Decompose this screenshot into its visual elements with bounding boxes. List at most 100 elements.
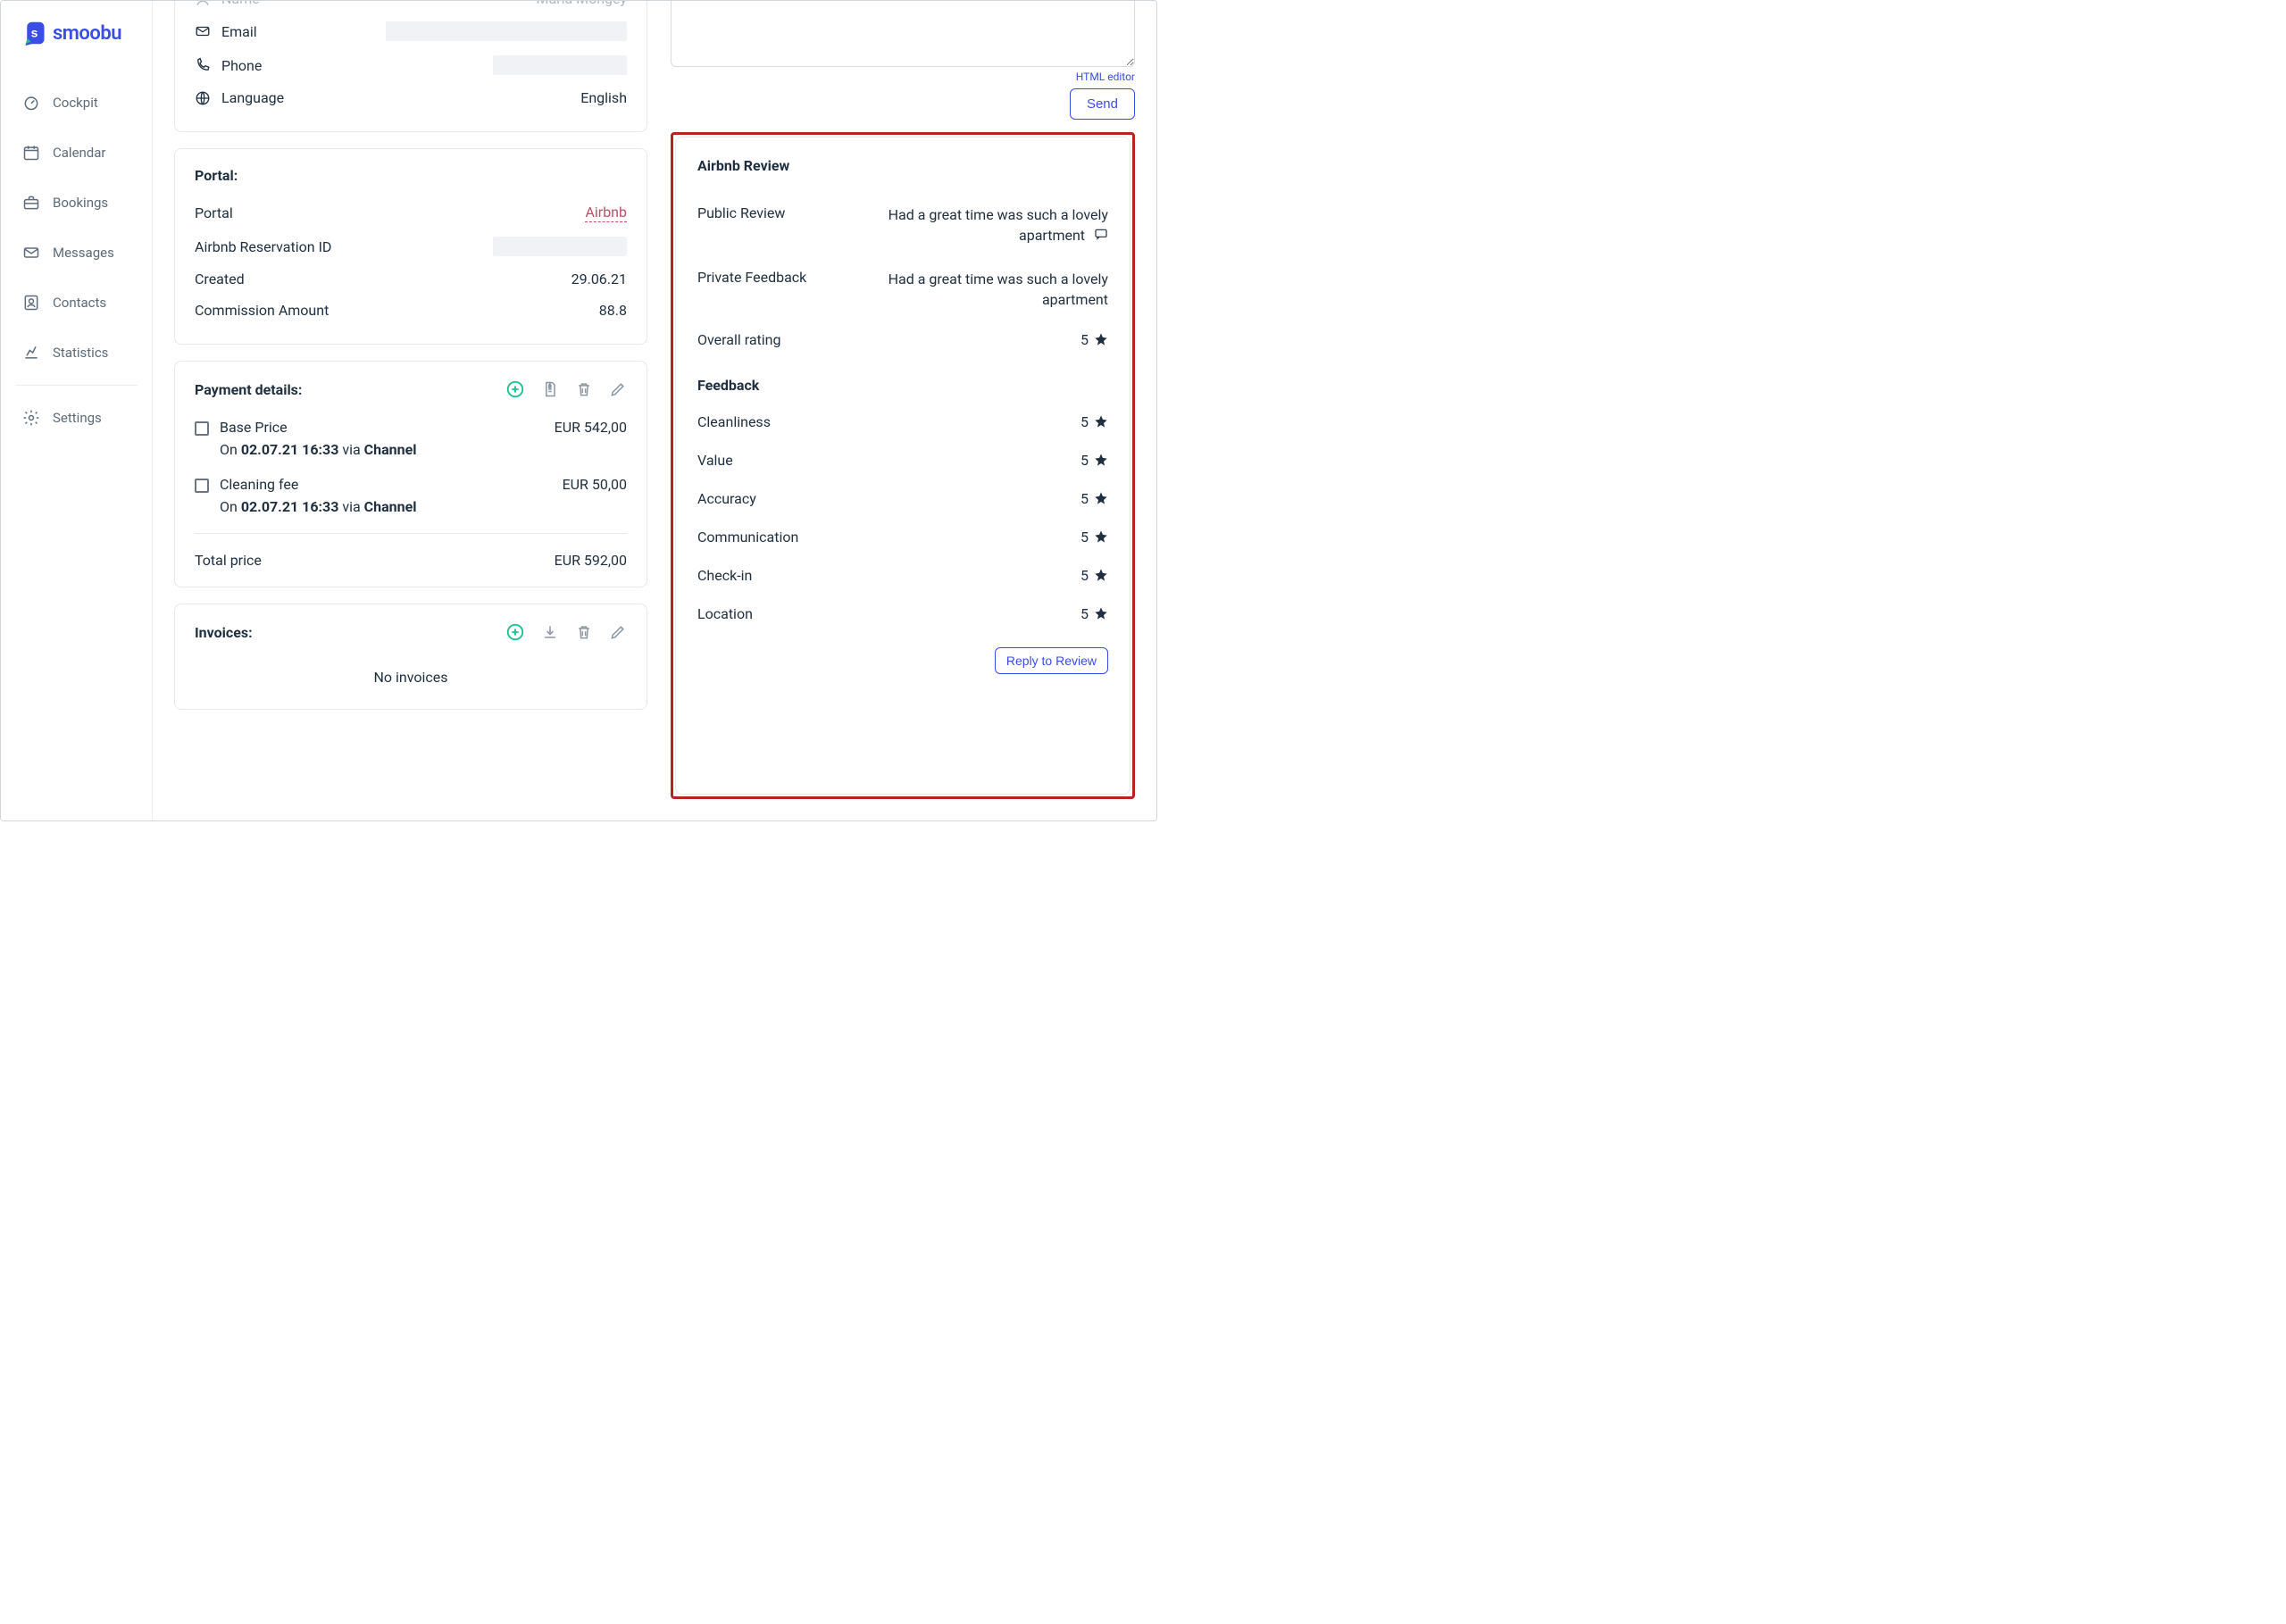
nav-bookings[interactable]: Bookings (1, 178, 152, 228)
guest-email-label: Email (221, 23, 257, 40)
chart-icon (22, 344, 40, 362)
invoices-title: Invoices: (195, 624, 253, 641)
star-icon (1094, 414, 1108, 429)
feedback-subhead: Feedback (697, 377, 1108, 394)
portal-row: Portal Airbnb (195, 196, 627, 229)
portal-title: Portal: (195, 167, 627, 184)
star-icon (1094, 453, 1108, 467)
svg-text:s: s (31, 25, 38, 39)
message-textarea[interactable] (671, 1, 1135, 67)
payment-meta: On 02.07.21 16:33 via Channel (220, 441, 416, 458)
reply-to-review-button[interactable]: Reply to Review (995, 647, 1108, 674)
add-icon[interactable] (505, 379, 525, 399)
guest-email-row: Email (195, 14, 627, 48)
edit-icon[interactable] (609, 380, 627, 398)
invoice-icon[interactable]: $ (541, 380, 559, 398)
no-invoices-text: No invoices (195, 653, 627, 691)
nav-calendar[interactable]: Calendar (1, 128, 152, 178)
created-value: 29.06.21 (572, 271, 627, 287)
nav-contacts[interactable]: Contacts (1, 278, 152, 328)
nav-settings[interactable]: Settings (1, 393, 152, 443)
rating-communication: Communication 5 (697, 518, 1108, 556)
overall-rating-label: Overall rating (697, 331, 780, 348)
private-feedback-text: Had a great time was such a lovely apart… (858, 269, 1108, 310)
guest-language-label: Language (221, 89, 284, 106)
guest-name-row: Name Maria Mongey (195, 1, 627, 14)
payment-checkbox[interactable] (195, 421, 209, 436)
invoices-card: Invoices: No invoices (174, 604, 647, 710)
mail-icon (195, 23, 211, 39)
nav-cockpit[interactable]: Cockpit (1, 78, 152, 128)
guest-language-row: Language English (195, 82, 627, 113)
send-button[interactable]: Send (1070, 88, 1135, 120)
review-card: Airbnb Review Public Review Had a great … (675, 137, 1130, 795)
payment-amount: EUR 542,00 (555, 419, 627, 436)
private-feedback-label: Private Feedback (697, 269, 806, 286)
portal-value[interactable]: Airbnb (585, 204, 627, 222)
trash-icon[interactable] (575, 380, 593, 398)
sidebar: s smoobu Cockpit Calendar Bookings Messa… (1, 1, 153, 820)
overall-rating-row: Overall rating 5 (697, 321, 1108, 359)
guest-language-value: English (580, 89, 627, 106)
edit-icon[interactable] (609, 623, 627, 641)
star-icon (1094, 606, 1108, 620)
star-icon (1094, 568, 1108, 582)
commission-row: Commission Amount 88.8 (195, 295, 627, 326)
rating-value: Value 5 (697, 441, 1108, 479)
public-review-row: Public Review Had a great time was such … (697, 194, 1108, 258)
html-editor-link[interactable]: HTML editor (671, 71, 1135, 83)
star-icon (1094, 491, 1108, 505)
briefcase-icon (22, 194, 40, 212)
payment-meta: On 02.07.21 16:33 via Channel (220, 498, 416, 515)
total-label: Total price (195, 552, 262, 569)
logo[interactable]: s smoobu (1, 1, 152, 71)
left-column: Name Maria Mongey Email Phone (174, 1, 647, 799)
created-row: Created 29.06.21 (195, 263, 627, 295)
reservation-masked (493, 237, 627, 256)
nav: Cockpit Calendar Bookings Messages Conta… (1, 71, 152, 450)
nav-label: Cockpit (53, 95, 98, 111)
download-icon[interactable] (541, 623, 559, 641)
payment-total-row: Total price EUR 592,00 (195, 543, 627, 569)
guest-name-value: Maria Mongey (536, 1, 627, 7)
nav-label: Calendar (53, 145, 106, 161)
commission-value: 88.8 (599, 302, 627, 319)
rating-cleanliness: Cleanliness 5 (697, 403, 1108, 441)
guest-card: Name Maria Mongey Email Phone (174, 1, 647, 132)
nav-label: Settings (53, 410, 102, 426)
mail-icon (22, 244, 40, 262)
guest-phone-masked (493, 55, 627, 75)
calendar-icon (22, 144, 40, 162)
public-review-text: Had a great time was such a lovely apart… (858, 204, 1108, 247)
payment-checkbox[interactable] (195, 479, 209, 493)
contact-icon (22, 294, 40, 312)
nav-divider (15, 385, 138, 386)
guest-phone-label: Phone (221, 57, 262, 74)
created-label: Created (195, 271, 245, 287)
nav-label: Contacts (53, 295, 106, 311)
payment-item: Base Price On 02.07.21 16:33 via Channel… (195, 410, 627, 467)
nav-statistics[interactable]: Statistics (1, 328, 152, 378)
reservation-row: Airbnb Reservation ID (195, 229, 627, 263)
divider (195, 533, 627, 534)
reservation-label: Airbnb Reservation ID (195, 238, 331, 255)
compose-box: HTML editor Send (671, 1, 1135, 120)
payment-card: Payment details: $ Base Price (174, 361, 647, 587)
logo-mark-icon: s (22, 21, 47, 46)
trash-icon[interactable] (575, 623, 593, 641)
rating-accuracy: Accuracy 5 (697, 479, 1108, 518)
review-highlight: Airbnb Review Public Review Had a great … (671, 132, 1135, 799)
invoices-actions (505, 622, 627, 642)
review-title: Airbnb Review (697, 157, 1108, 174)
phone-icon (195, 57, 211, 73)
nav-label: Bookings (53, 195, 108, 211)
star-icon (1094, 529, 1108, 544)
main-content: Name Maria Mongey Email Phone (153, 1, 1156, 820)
payment-amount: EUR 50,00 (563, 476, 627, 493)
logo-text: smoobu (53, 22, 121, 45)
nav-messages[interactable]: Messages (1, 228, 152, 278)
chat-icon[interactable] (1094, 226, 1108, 246)
rating-location: Location 5 (697, 595, 1108, 633)
globe-icon (195, 90, 211, 106)
add-icon[interactable] (505, 622, 525, 642)
